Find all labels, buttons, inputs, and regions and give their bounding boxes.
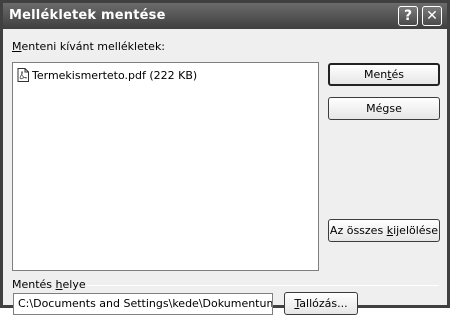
cancel-button[interactable]: Mégse [328, 97, 440, 120]
window-title: Mellékletek mentése [9, 8, 166, 23]
help-button[interactable]: ? [398, 6, 418, 26]
attachments-listbox[interactable]: Termekismerteto.pdf (222 KB) [12, 62, 319, 271]
attachments-label: Menteni kívánt mellékletek: [12, 40, 166, 53]
help-icon: ? [403, 8, 413, 24]
attachment-label: Termekismerteto.pdf (222 KB) [32, 68, 198, 82]
dialog-body: Menteni kívánt mellékletek: Termekismert… [3, 29, 447, 315]
select-all-button[interactable]: Az összes kijelölése [328, 219, 440, 242]
save-location-label: Mentés helye [12, 278, 86, 291]
save-button[interactable]: Mentés [328, 63, 440, 86]
group-divider [87, 285, 439, 286]
list-item[interactable]: Termekismerteto.pdf (222 KB) [17, 67, 197, 83]
close-button[interactable]: ✕ [422, 6, 442, 26]
close-icon: ✕ [426, 8, 438, 24]
title-bar[interactable]: Mellékletek mentése ? ✕ [3, 3, 447, 29]
dialog-window: Mellékletek mentése ? ✕ Menteni kívánt m… [0, 0, 450, 315]
browse-button[interactable]: Tallózás... [284, 292, 358, 315]
pdf-icon [17, 68, 29, 82]
save-path-field[interactable]: C:\Documents and Settings\kede\Dokumentu… [13, 293, 273, 315]
